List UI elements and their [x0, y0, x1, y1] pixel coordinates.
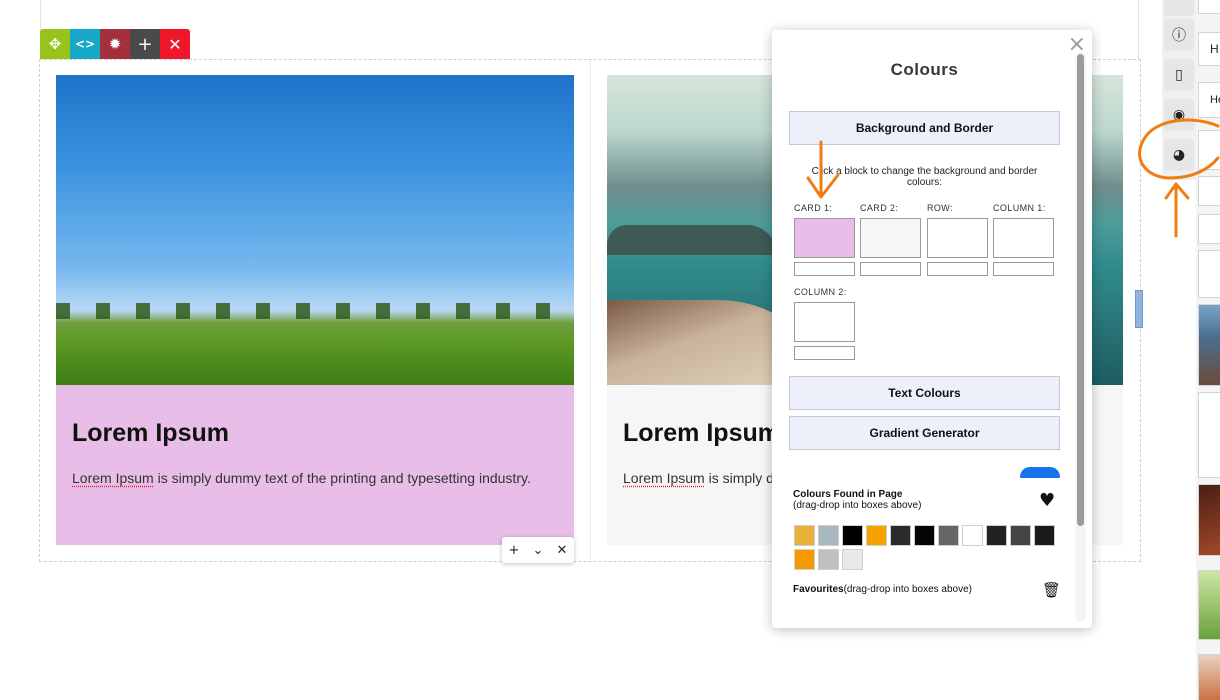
thumbnail[interactable] — [1198, 130, 1220, 170]
panel-close-icon[interactable]: × — [1068, 32, 1086, 57]
colours-panel: × Colours Background and Border Click a … — [772, 30, 1092, 628]
column-divider — [590, 60, 591, 560]
favourites-heading: Favourites — [793, 584, 844, 595]
sidebar-top-button[interactable] — [1164, 0, 1194, 16]
card-1-image — [56, 75, 574, 385]
gradient-generator-button[interactable]: Gradient Generator — [789, 416, 1060, 450]
row-toolbar: ✥ <> ✹ + ✕ — [40, 29, 190, 59]
colours-found-title: Colours Found in Page (drag-drop into box… — [793, 489, 921, 511]
sidebar-heading-h: H — [1210, 42, 1219, 56]
card-1-title[interactable]: Lorem Ipsum — [72, 419, 229, 448]
thumbnail[interactable] — [1198, 176, 1220, 206]
annotation-arrow-up-head — [1164, 182, 1190, 200]
colours-found-sub: (drag-drop into boxes above) — [793, 500, 922, 511]
sidebar-heading-he: He — [1210, 94, 1220, 106]
thumbnail[interactable] — [1198, 392, 1220, 478]
slot-box-column-1[interactable] — [993, 218, 1054, 258]
favourites-sub: (drag-drop into boxes above) — [843, 584, 972, 595]
slot-input-card-1[interactable] — [794, 262, 855, 276]
block-toolbar: + ⌄ ✕ — [502, 537, 574, 563]
slot-label-column-2: COLUMN 2: — [794, 287, 847, 297]
palette-icon[interactable]: ◕ — [1164, 139, 1194, 171]
card-1-text[interactable]: Lorem Ipsum is simply dummy text of the … — [72, 470, 531, 486]
aperture-icon[interactable]: ◉ — [1164, 99, 1194, 131]
colour-swatch[interactable] — [1010, 525, 1031, 546]
colour-swatch[interactable] — [890, 525, 911, 546]
slot-box-row[interactable] — [927, 218, 988, 258]
slot-label-row: ROW: — [927, 203, 953, 213]
slot-label-card-1: CARD 1: — [794, 203, 833, 213]
mobile-icon[interactable]: ▯ — [1164, 59, 1194, 91]
gear-icon[interactable]: ✹ — [100, 29, 130, 59]
chevron-down-icon[interactable]: ⌄ — [533, 543, 544, 558]
card-2-title[interactable]: Lorem Ipsum — [623, 419, 780, 448]
slot-label-column-1: COLUMN 1: — [993, 203, 1046, 213]
colour-swatch[interactable] — [794, 549, 815, 570]
panel-hint: Click a block to change the background a… — [811, 166, 1038, 188]
thumbnail[interactable] — [1198, 0, 1220, 14]
thumbnail[interactable] — [1198, 484, 1220, 556]
colour-swatch[interactable] — [986, 525, 1007, 546]
card-1[interactable]: Lorem Ipsum Lorem Ipsum is simply dummy … — [56, 75, 574, 545]
trash-icon[interactable]: 🗑 — [1042, 581, 1061, 599]
slot-box-card-2[interactable] — [860, 218, 921, 258]
colour-swatches — [794, 525, 1059, 570]
colour-swatch[interactable] — [818, 525, 839, 546]
thumbnail[interactable] — [1198, 654, 1220, 700]
colour-swatch[interactable] — [818, 549, 839, 570]
heart-icon[interactable]: ♥ — [1039, 490, 1055, 511]
colour-swatch[interactable] — [938, 525, 959, 546]
add-icon[interactable]: + — [130, 29, 160, 59]
info-icon[interactable]: ⓘ — [1164, 19, 1194, 51]
background-border-button[interactable]: Background and Border — [789, 111, 1060, 145]
delete-icon[interactable]: ✕ — [160, 29, 190, 59]
thumbnail[interactable] — [1198, 214, 1220, 244]
card-2-text[interactable]: Lorem Ipsum is simply d — [623, 470, 774, 486]
slot-input-column-1[interactable] — [993, 262, 1054, 276]
card-1-text-rest: is simply dummy text of the printing and… — [153, 470, 531, 486]
colour-swatch[interactable] — [842, 525, 863, 546]
close-icon[interactable]: ✕ — [557, 543, 568, 558]
colour-swatch[interactable] — [1034, 525, 1055, 546]
card-2-text-rest: is simply d — [704, 470, 774, 486]
slot-label-card-2: CARD 2: — [860, 203, 899, 213]
card-1-text-lead: Lorem Ipsum — [72, 470, 154, 486]
colour-swatch[interactable] — [794, 525, 815, 546]
colour-swatch[interactable] — [842, 549, 863, 570]
favourites-title: Favourites(drag-drop into boxes above) — [793, 584, 972, 595]
colour-swatch[interactable] — [914, 525, 935, 546]
slot-box-card-1[interactable] — [794, 218, 855, 258]
panel-title: Colours — [890, 60, 959, 79]
colour-swatch[interactable] — [866, 525, 887, 546]
resize-handle[interactable] — [1135, 290, 1143, 328]
code-icon[interactable]: <> — [70, 29, 100, 59]
thumbnail[interactable] — [1198, 250, 1220, 298]
move-icon[interactable]: ✥ — [40, 29, 70, 59]
page-edge-right — [1138, 0, 1139, 60]
colours-found-heading: Colours Found in Page — [793, 489, 903, 500]
block-add-icon[interactable]: + — [509, 543, 520, 558]
slot-input-card-2[interactable] — [860, 262, 921, 276]
thumbnail[interactable] — [1198, 570, 1220, 640]
colour-swatch[interactable] — [962, 525, 983, 546]
card-2-text-lead: Lorem Ipsum — [623, 470, 705, 486]
slot-input-column-2[interactable] — [794, 346, 855, 360]
thumbnail[interactable] — [1198, 304, 1220, 386]
slot-input-row[interactable] — [927, 262, 988, 276]
text-colours-button[interactable]: Text Colours — [789, 376, 1060, 410]
panel-scrollbar[interactable] — [1077, 54, 1084, 526]
slot-box-column-2[interactable] — [794, 302, 855, 342]
